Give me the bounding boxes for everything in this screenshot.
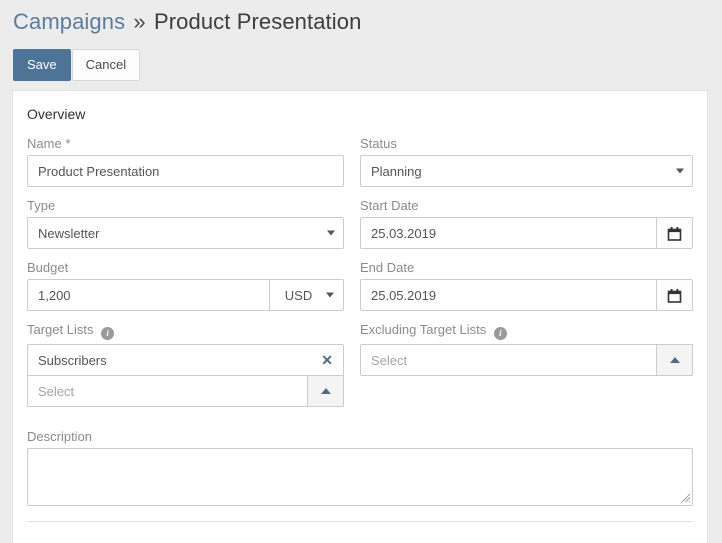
form-column-left-2: Type — [27, 198, 360, 260]
form-column-right-1: Status — [360, 136, 693, 198]
target-list-item-label: Subscribers — [38, 353, 319, 368]
caret-down-icon — [326, 293, 334, 298]
target-lists-input-row — [27, 375, 344, 407]
field-group-start-date: Start Date — [360, 198, 693, 249]
field-group-target-lists: Target Lists i Subscribers ✕ — [27, 322, 344, 407]
start-date-input-group — [360, 217, 693, 249]
label-start-date: Start Date — [360, 198, 693, 213]
save-button[interactable]: Save — [13, 49, 71, 81]
form-row-3: Budget USD End Date — [27, 260, 693, 322]
chevron-up-icon — [670, 357, 680, 363]
start-date-picker-button[interactable] — [657, 217, 693, 249]
label-description: Description — [27, 429, 693, 444]
type-select[interactable] — [27, 217, 344, 249]
required-marker: * — [65, 136, 70, 151]
info-icon[interactable]: i — [101, 327, 114, 340]
chevron-up-icon — [321, 388, 331, 394]
label-excluding-target-lists: Excluding Target Lists i — [360, 322, 693, 340]
form-row-4: Target Lists i Subscribers ✕ — [27, 322, 693, 418]
label-excluding-target-lists-text: Excluding Target Lists — [360, 322, 486, 337]
description-wrapper — [27, 448, 693, 506]
type-select-wrapper[interactable] — [27, 217, 344, 249]
label-status: Status — [360, 136, 693, 151]
name-input[interactable] — [27, 155, 344, 187]
section-divider — [27, 521, 693, 522]
action-button-row: Save Cancel — [13, 49, 722, 81]
label-target-lists: Target Lists i — [27, 322, 344, 340]
info-icon[interactable]: i — [494, 327, 507, 340]
end-date-input[interactable] — [360, 279, 657, 311]
start-date-input[interactable] — [360, 217, 657, 249]
label-name-text: Name — [27, 136, 62, 151]
field-group-status: Status — [360, 136, 693, 187]
status-select-wrapper[interactable] — [360, 155, 693, 187]
breadcrumb-separator: » — [133, 9, 145, 34]
status-select[interactable] — [360, 155, 693, 187]
form-column-left-1: Name * — [27, 136, 360, 198]
list-item: Subscribers ✕ — [27, 344, 344, 376]
label-target-lists-text: Target Lists — [27, 322, 93, 337]
label-name: Name * — [27, 136, 344, 151]
form-column-right-4: Excluding Target Lists i — [360, 322, 693, 418]
currency-select[interactable]: USD — [270, 279, 344, 311]
calendar-icon — [667, 288, 682, 303]
breadcrumb-link-campaigns[interactable]: Campaigns — [13, 9, 125, 34]
overview-panel-body: Overview Name * Status — [13, 91, 707, 522]
target-lists-toggle-button[interactable] — [308, 375, 344, 407]
field-group-excluding-target-lists: Excluding Target Lists i — [360, 322, 693, 376]
form-row-2: Type Start Date — [27, 198, 693, 260]
excluding-target-lists-toggle-button[interactable] — [657, 344, 693, 376]
end-date-picker-button[interactable] — [657, 279, 693, 311]
page-title: Product Presentation — [154, 9, 361, 34]
form-column-right-3: End Date — [360, 260, 693, 322]
currency-select-value: USD — [285, 288, 312, 303]
form-column-left-3: Budget USD — [27, 260, 360, 322]
excluding-target-lists-input[interactable] — [360, 344, 657, 376]
section-title-overview: Overview — [27, 106, 693, 122]
form-column-left-4: Target Lists i Subscribers ✕ — [27, 322, 360, 418]
budget-input-group: USD — [27, 279, 344, 311]
label-budget: Budget — [27, 260, 344, 275]
calendar-icon — [667, 226, 682, 241]
description-textarea[interactable] — [27, 448, 693, 506]
field-group-name: Name * — [27, 136, 344, 187]
overview-panel: Overview Name * Status — [12, 90, 708, 543]
field-group-budget: Budget USD — [27, 260, 344, 311]
field-group-description: Description — [27, 429, 693, 506]
end-date-input-group — [360, 279, 693, 311]
form-column-right-2: Start Date — [360, 198, 693, 260]
form-row-1: Name * Status — [27, 136, 693, 198]
field-group-end-date: End Date — [360, 260, 693, 311]
excluding-target-lists-input-row — [360, 344, 693, 376]
budget-input[interactable] — [27, 279, 270, 311]
cancel-button[interactable]: Cancel — [72, 49, 140, 81]
close-icon[interactable]: ✕ — [319, 353, 335, 367]
field-group-type: Type — [27, 198, 344, 249]
breadcrumb: Campaigns » Product Presentation — [0, 0, 722, 36]
label-end-date: End Date — [360, 260, 693, 275]
target-lists-input[interactable] — [27, 375, 308, 407]
label-type: Type — [27, 198, 344, 213]
